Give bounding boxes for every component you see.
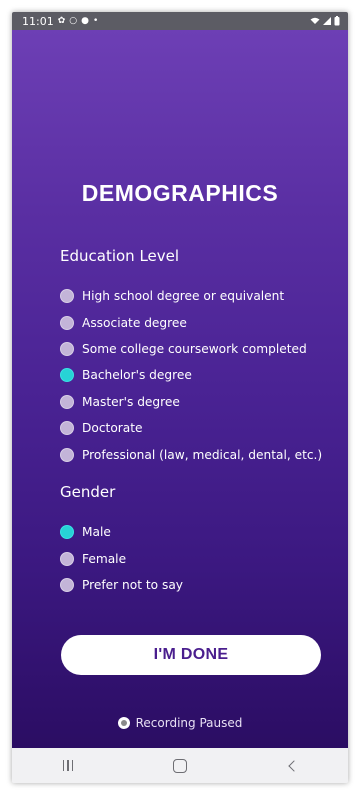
education-heading: Education Level [60,247,180,265]
radio-button[interactable] [60,341,74,356]
radio-button[interactable] [60,289,74,304]
status-left: 11:01 ✿ ○ ● • [22,15,98,28]
circle-icon: ○ [69,15,78,26]
option-label: Professional (law, medical, dental, etc.… [82,447,323,462]
option-label: Some college coursework completed [82,341,307,356]
home-icon [173,758,187,773]
home-button[interactable] [160,751,200,781]
wifi-icon [310,17,320,24]
record-icon [117,717,130,729]
recent-apps-button[interactable] [48,751,88,781]
gender-option-male[interactable]: Male [60,519,348,545]
radio-button[interactable] [60,421,74,436]
education-option-associate[interactable]: Associate degree [60,309,348,335]
option-label: High school degree or equivalent [82,289,285,304]
done-button[interactable]: I'M DONE [61,635,321,675]
signal-icon [323,17,331,25]
radio-button[interactable] [60,315,74,330]
radio-button[interactable] [60,551,74,566]
radio-button-selected[interactable] [60,368,74,383]
settings-icon: ✿ [57,15,66,26]
system-nav-bar [12,748,348,783]
radio-button[interactable] [60,394,74,409]
education-option-doctorate[interactable]: Doctorate [60,415,348,441]
recording-status: Recording Paused [12,716,348,730]
education-option-bachelors[interactable]: Bachelor's degree [60,362,348,388]
device-frame: 11:01 ✿ ○ ● • DEMOGRAPHICS Education Lev… [0,0,360,795]
back-icon [288,759,300,772]
status-right [310,16,340,26]
recording-label: Recording Paused [135,716,243,730]
education-option-some-college[interactable]: Some college coursework completed [60,336,348,362]
education-option-professional[interactable]: Professional (law, medical, dental, etc.… [60,441,348,467]
education-options: High school degree or equivalent Associa… [60,283,348,468]
education-option-masters[interactable]: Master's degree [60,389,348,415]
option-label: Master's degree [82,394,180,409]
status-time: 11:01 [22,14,54,28]
radio-button-selected[interactable] [60,525,74,540]
option-label: Bachelor's degree [82,368,192,383]
option-label: Associate degree [82,315,187,330]
battery-icon [334,16,340,26]
gender-options: Male Female Prefer not to say [60,519,348,598]
back-button[interactable] [272,751,312,781]
radio-button[interactable] [60,577,74,592]
dot-icon: • [92,15,99,26]
option-label: Prefer not to say [82,577,184,592]
phone-screen: 11:01 ✿ ○ ● • DEMOGRAPHICS Education Lev… [12,12,348,783]
app-content: DEMOGRAPHICS Education Level High school… [12,30,348,748]
gender-heading: Gender [60,483,116,501]
status-bar: 11:01 ✿ ○ ● • [12,12,348,30]
page-title: DEMOGRAPHICS [81,180,279,206]
recent-apps-icon [62,760,74,771]
education-option-high-school[interactable]: High school degree or equivalent [60,283,348,309]
option-label: Female [82,551,127,566]
option-label: Doctorate [82,421,143,436]
gender-option-female[interactable]: Female [60,545,348,571]
option-label: Male [82,525,111,540]
location-icon: ● [81,15,89,26]
gender-option-prefer-not[interactable]: Prefer not to say [60,572,348,598]
radio-button[interactable] [60,447,74,462]
